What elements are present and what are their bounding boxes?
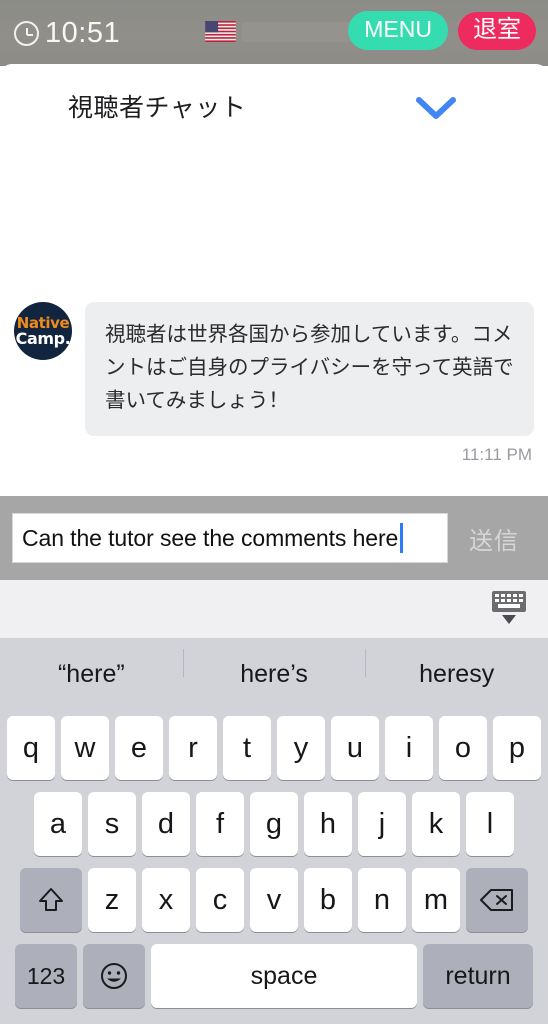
key-i[interactable]: i (385, 716, 433, 780)
key-l[interactable]: l (466, 792, 514, 856)
key-v[interactable]: v (250, 868, 298, 932)
chat-header[interactable]: 視聴者チャット (0, 64, 548, 148)
key-q[interactable]: q (7, 716, 55, 780)
text-cursor (400, 523, 403, 553)
key-r[interactable]: r (169, 716, 217, 780)
suggestion-item-2[interactable]: heresy (365, 648, 548, 687)
key-d[interactable]: d (142, 792, 190, 856)
key-z[interactable]: z (88, 868, 136, 932)
keyboard-row-1: q w e r t y u i o p (3, 716, 545, 780)
virtual-keyboard: q w e r t y u i o p a s d f g h j k l z … (0, 710, 548, 1024)
key-c[interactable]: c (196, 868, 244, 932)
backspace-icon[interactable] (466, 868, 528, 932)
key-u[interactable]: u (331, 716, 379, 780)
phone-screen: 10:51 MENU 退室 視聴者チャット Native Camp. 視聴者は世… (0, 0, 548, 1024)
message-timestamp: 11:11 PM (461, 444, 532, 464)
lesson-time-remaining: 10:51 (45, 16, 121, 49)
hide-keyboard-icon[interactable] (490, 589, 530, 630)
return-key[interactable]: return (423, 944, 533, 1008)
autocorrect-suggestion-bar: “here” here’s heresy (0, 638, 548, 710)
message-bubble: 視聴者は世界各国から参加しています。コメントはご自身のプライバシーを守って英語で… (85, 302, 534, 436)
key-t[interactable]: t (223, 716, 271, 780)
key-s[interactable]: s (88, 792, 136, 856)
chat-input-bar: Can the tutor see the comments here 送信 (0, 496, 548, 580)
tutor-identity (205, 21, 352, 42)
key-n[interactable]: n (358, 868, 406, 932)
key-j[interactable]: j (358, 792, 406, 856)
keyboard-row-4: 123 space return (3, 944, 545, 1008)
lesson-status-bar: 10:51 MENU 退室 (0, 0, 548, 66)
send-button[interactable]: 送信 (448, 521, 540, 556)
avatar: Native Camp. (14, 302, 72, 360)
key-p[interactable]: p (493, 716, 541, 780)
key-k[interactable]: k (412, 792, 460, 856)
suggestion-item-1[interactable]: here’s (182, 648, 366, 687)
menu-button[interactable]: MENU (348, 11, 448, 50)
exit-room-button[interactable]: 退室 (458, 11, 536, 50)
chat-title: 視聴者チャット (68, 94, 247, 122)
key-y[interactable]: y (277, 716, 325, 780)
key-g[interactable]: g (250, 792, 298, 856)
chat-message-input[interactable]: Can the tutor see the comments here (12, 513, 448, 563)
key-w[interactable]: w (61, 716, 109, 780)
keyboard-row-2: a s d f g h j k l (3, 792, 545, 856)
key-f[interactable]: f (196, 792, 244, 856)
key-m[interactable]: m (412, 868, 460, 932)
chat-input-value: Can the tutor see the comments here (22, 524, 399, 551)
us-flag-icon (205, 21, 236, 42)
keyboard-accessory-bar (0, 580, 548, 638)
key-e[interactable]: e (115, 716, 163, 780)
keyboard-row-3: z x c v b n m (3, 868, 545, 932)
clock-icon (14, 20, 39, 46)
space-key[interactable]: space (151, 944, 417, 1008)
key-h[interactable]: h (304, 792, 352, 856)
key-o[interactable]: o (439, 716, 487, 780)
shift-icon[interactable] (20, 868, 82, 932)
message-text: 視聴者は世界各国から参加しています。コメントはご自身のプライバシーを守って英語で… (105, 323, 514, 413)
topbar-actions: MENU 退室 (348, 11, 536, 50)
emoji-icon[interactable] (83, 944, 145, 1008)
chat-message: Native Camp. 視聴者は世界各国から参加しています。コメントはご自身の… (14, 302, 534, 465)
lesson-timer: 10:51 (14, 16, 121, 49)
chevron-down-icon[interactable] (416, 96, 456, 127)
avatar-label-line2: Camp. (15, 329, 71, 348)
suggestion-item-0[interactable]: “here” (0, 661, 183, 687)
tutor-name-redacted (242, 21, 352, 42)
message-body: 視聴者は世界各国から参加しています。コメントはご自身のプライバシーを守って英語で… (85, 302, 534, 465)
numbers-key[interactable]: 123 (15, 944, 77, 1008)
key-x[interactable]: x (142, 868, 190, 932)
key-a[interactable]: a (34, 792, 82, 856)
viewer-chat-panel: 視聴者チャット Native Camp. 視聴者は世界各国から参加しています。コ… (0, 64, 548, 496)
key-b[interactable]: b (304, 868, 352, 932)
